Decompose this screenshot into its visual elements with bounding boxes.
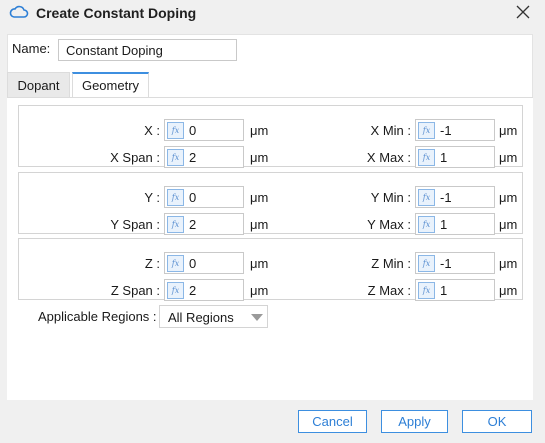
fx-icon[interactable]: fx [418,149,435,166]
fx-icon[interactable]: fx [167,216,184,233]
y-label: Y : [144,190,160,205]
name-label: Name: [12,41,51,56]
x-span-label: X Span : [110,150,160,165]
apply-button[interactable]: Apply [381,410,448,433]
fx-icon[interactable]: fx [418,189,435,206]
ok-button[interactable]: OK [462,410,532,433]
z-max-label: Z Max : [367,283,411,298]
z-span-unit: μm [250,283,269,298]
tab-geometry[interactable]: Geometry [72,72,149,97]
fx-icon[interactable]: fx [167,122,184,139]
fx-icon[interactable]: fx [167,255,184,272]
fx-icon[interactable]: fx [418,216,435,233]
x-span-unit: μm [250,150,269,165]
applicable-regions-label: Applicable Regions : [38,309,157,324]
x-max-unit: μm [499,150,518,165]
y-min-unit: μm [499,190,518,205]
fx-icon[interactable]: fx [167,282,184,299]
z-max-unit: μm [499,283,518,298]
fx-icon[interactable]: fx [167,189,184,206]
z-span-label: Z Span : [110,283,160,298]
y-span-label: Y Span : [110,217,160,232]
y-unit: μm [250,190,269,205]
y-max-label: Y Max : [367,217,411,232]
y-span-unit: μm [250,217,269,232]
fx-icon[interactable]: fx [418,122,435,139]
x-label: X : [144,123,160,138]
cancel-button[interactable]: Cancel [298,410,367,433]
chevron-down-icon [251,314,263,321]
tab-dopant[interactable]: Dopant [7,72,70,97]
cloud-icon [9,5,29,18]
z-label: Z : [144,256,160,271]
fx-icon[interactable]: fx [418,282,435,299]
close-icon[interactable] [514,3,532,21]
x-unit: μm [250,123,269,138]
x-min-label: X Min : [370,123,411,138]
applicable-regions-value: All Regions [168,310,234,325]
z-unit: μm [250,256,269,271]
x-min-unit: μm [499,123,518,138]
fx-icon[interactable]: fx [167,149,184,166]
y-min-label: Y Min : [370,190,411,205]
name-input[interactable] [58,39,237,61]
title-bar: Create Constant Doping [0,0,545,28]
z-min-unit: μm [499,256,518,271]
x-max-label: X Max : [366,150,411,165]
y-max-unit: μm [499,217,518,232]
z-min-label: Z Min : [371,256,411,271]
applicable-regions-select[interactable]: All Regions [159,305,268,328]
fx-icon[interactable]: fx [418,255,435,272]
window-title: Create Constant Doping [36,5,197,21]
